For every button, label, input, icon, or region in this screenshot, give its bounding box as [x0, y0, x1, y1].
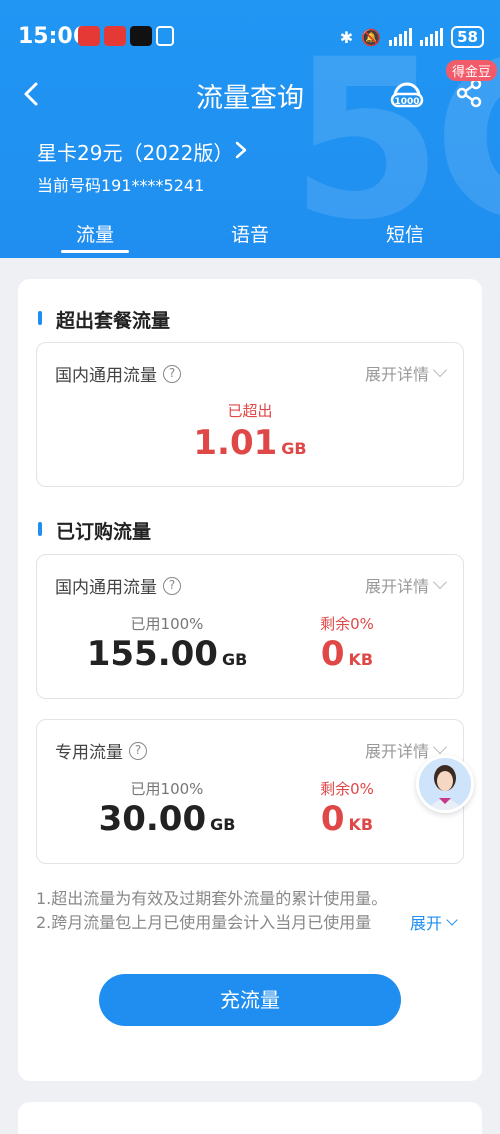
box-label-text: 专用流量	[55, 743, 123, 763]
box-label-text: 国内通用流量	[55, 578, 157, 598]
used-group: 已用100% 30.00 GB	[67, 778, 267, 839]
bluetooth-icon: ✱	[339, 27, 354, 47]
signal-icon	[420, 28, 444, 46]
help-icon[interactable]: ?	[163, 364, 181, 383]
used-value: 30.00	[98, 799, 207, 839]
remain-group: 剩余0% 0 KB	[297, 778, 397, 839]
section-marker	[38, 522, 42, 536]
remain-group: 剩余0% 0 KB	[297, 613, 397, 674]
note-line: 2.跨月流量包上月已使用量会计入当月已使用量	[36, 913, 372, 932]
page-title: 流量查询	[196, 83, 304, 114]
remain-value: 0	[320, 634, 345, 674]
used-group: 已用100% 155.00 GB	[67, 613, 267, 674]
note-line: 1.超出流量为有效及过期套外流量的累计使用量。	[36, 889, 388, 908]
expand-details-label: 展开详情	[364, 742, 429, 761]
used-value: 155.00	[86, 634, 218, 674]
expand-details-label: 展开详情	[364, 365, 429, 384]
used-label: 已用100%	[130, 615, 204, 633]
box-label: 专用流量 ?	[55, 738, 147, 763]
chevron-down-icon	[432, 574, 448, 590]
recharge-button[interactable]: 充流量	[99, 974, 401, 1026]
chevron-down-icon	[432, 362, 448, 378]
header: 5G 15:06 ✱ 🔕 58 流量查询 1000	[0, 0, 500, 258]
exceeded-value-group: 已超出 1.01 GB	[37, 400, 463, 463]
notification-app-icon	[78, 26, 100, 46]
battery-icon: 58	[451, 26, 484, 48]
tiktok-icon	[130, 26, 152, 46]
plan-name[interactable]: 星卡29元（2022版）	[37, 137, 233, 166]
nav-bar: 流量查询 1000	[0, 72, 500, 116]
notes-expand-label: 展开	[410, 914, 443, 933]
active-tab-indicator	[61, 250, 129, 253]
tab-bar: 流量 语音 短信	[0, 216, 500, 258]
status-app-icons	[78, 26, 174, 46]
exceeded-status: 已超出	[227, 402, 273, 420]
remain-unit: KB	[348, 815, 374, 834]
svg-text:1000: 1000	[394, 97, 419, 107]
section-title-exceeded: 超出套餐流量	[56, 310, 171, 332]
assistant-portrait-icon	[419, 758, 471, 810]
help-icon[interactable]: ?	[163, 576, 181, 595]
tab-sms[interactable]: 短信	[386, 220, 424, 247]
status-right: ✱ 🔕 58	[340, 26, 484, 48]
share-icon[interactable]	[455, 78, 483, 108]
subscribed-box-dedicated: 专用流量 ? 展开详情 已用100% 30.00 GB 剩余0% 0 KB	[36, 719, 464, 864]
status-bar: 15:06 ✱ 🔕 58	[0, 0, 500, 72]
section-marker	[38, 311, 42, 325]
customer-service-icon[interactable]: 1000	[389, 76, 425, 112]
remain-value: 0	[320, 799, 345, 839]
chevron-down-icon	[446, 913, 458, 926]
notification-app-icon	[104, 26, 126, 46]
chevron-down-icon	[432, 739, 448, 755]
exceeded-box: 国内通用流量 ? 展开详情 已超出 1.01 GB	[36, 342, 464, 487]
gold-bean-badge[interactable]: 得金豆	[446, 60, 498, 81]
exceeded-value: 1.01	[193, 423, 278, 463]
secondary-card	[18, 1102, 482, 1134]
box-label-text: 国内通用流量	[55, 366, 157, 386]
expand-details-button[interactable]: 展开详情	[364, 573, 448, 597]
expand-details-label: 展开详情	[364, 577, 429, 596]
usage-card: 超出套餐流量 国内通用流量 ? 展开详情 已超出 1.01 GB 已订购流量 国内…	[18, 279, 482, 1081]
exceeded-unit: GB	[281, 439, 307, 458]
phone-number: 当前号码191****5241	[37, 176, 205, 195]
remain-unit: KB	[348, 650, 374, 669]
mute-bell-icon: 🔕	[361, 27, 382, 47]
expand-details-button[interactable]: 展开详情	[364, 361, 448, 385]
chevron-right-icon[interactable]	[234, 140, 248, 160]
remain-label: 剩余0%	[320, 615, 374, 633]
remain-label: 剩余0%	[320, 780, 374, 798]
used-unit: GB	[221, 650, 248, 669]
notes-expand-button[interactable]: 展开	[408, 910, 458, 934]
nfc-icon	[156, 26, 174, 46]
used-label: 已用100%	[130, 780, 204, 798]
assistant-avatar[interactable]	[416, 755, 474, 813]
help-icon[interactable]: ?	[129, 741, 147, 760]
usage-notes: 1.超出流量为有效及过期套外流量的累计使用量。 2.跨月流量包上月已使用量会计入…	[36, 887, 466, 935]
box-label: 国内通用流量 ?	[55, 361, 181, 386]
used-unit: GB	[210, 815, 236, 834]
section-title-subscribed: 已订购流量	[56, 521, 152, 543]
tab-data[interactable]: 流量	[76, 220, 114, 247]
box-label: 国内通用流量 ?	[55, 573, 181, 598]
tab-voice[interactable]: 语音	[231, 220, 269, 247]
subscribed-box-general: 国内通用流量 ? 展开详情 已用100% 155.00 GB 剩余0% 0 KB	[36, 554, 464, 699]
signal-icon	[389, 28, 413, 46]
